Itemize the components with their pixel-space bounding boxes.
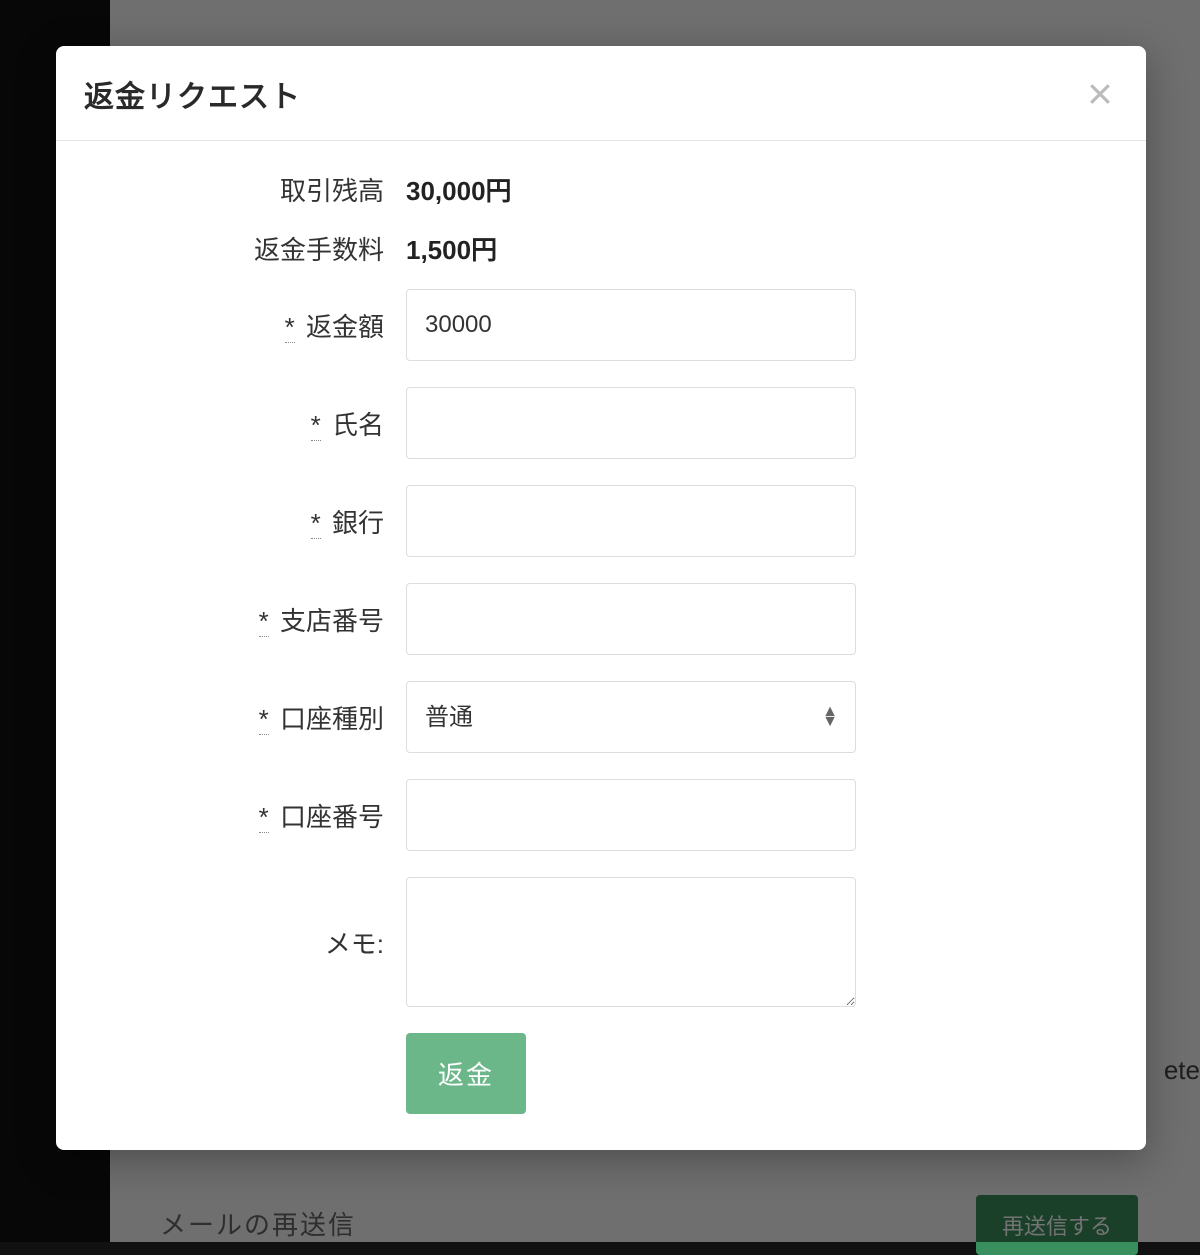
required-mark: * <box>259 606 269 637</box>
modal-title: 返金リクエスト <box>84 72 301 116</box>
memo-label: メモ: <box>96 924 406 961</box>
modal-header: 返金リクエスト <box>56 46 1146 141</box>
bank-row: * 銀行 <box>96 485 1106 557</box>
amount-label: * 返金額 <box>96 307 406 344</box>
fee-value: 1,500円 <box>406 230 497 267</box>
amount-input[interactable] <box>406 289 856 361</box>
bank-label: * 銀行 <box>96 503 406 540</box>
required-mark: * <box>259 802 269 833</box>
name-label: * 氏名 <box>96 405 406 442</box>
memo-row: メモ: <box>96 877 1106 1007</box>
account-number-row: * 口座番号 <box>96 779 1106 851</box>
branch-label: * 支店番号 <box>96 601 406 638</box>
branch-input[interactable] <box>406 583 856 655</box>
balance-label: 取引残高 <box>96 171 406 208</box>
name-row: * 氏名 <box>96 387 1106 459</box>
account-type-row: * 口座種別 普通 ▲▼ <box>96 681 1106 753</box>
branch-row: * 支店番号 <box>96 583 1106 655</box>
account-number-input[interactable] <box>406 779 856 851</box>
submit-row: 返金 <box>96 1033 1106 1114</box>
account-type-select[interactable]: 普通 <box>406 681 856 753</box>
balance-value: 30,000円 <box>406 171 512 208</box>
bank-input[interactable] <box>406 485 856 557</box>
refund-submit-button[interactable]: 返金 <box>406 1033 526 1114</box>
fee-label: 返金手数料 <box>96 230 406 267</box>
name-input[interactable] <box>406 387 856 459</box>
required-mark: * <box>311 410 321 441</box>
modal-body: 取引残高 30,000円 返金手数料 1,500円 * 返金額 * 氏名 * 銀… <box>56 141 1146 1150</box>
required-mark: * <box>285 312 295 343</box>
account-number-label: * 口座番号 <box>96 797 406 834</box>
refund-request-modal: 返金リクエスト 取引残高 30,000円 返金手数料 1,500円 * 返金額 <box>56 46 1146 1150</box>
required-mark: * <box>259 704 269 735</box>
close-icon <box>1085 79 1115 109</box>
account-type-label: * 口座種別 <box>96 699 406 736</box>
memo-textarea[interactable] <box>406 877 856 1007</box>
required-mark: * <box>311 508 321 539</box>
amount-row: * 返金額 <box>96 289 1106 361</box>
balance-row: 取引残高 30,000円 <box>96 171 1106 208</box>
fee-row: 返金手数料 1,500円 <box>96 230 1106 267</box>
close-button[interactable] <box>1082 76 1118 112</box>
